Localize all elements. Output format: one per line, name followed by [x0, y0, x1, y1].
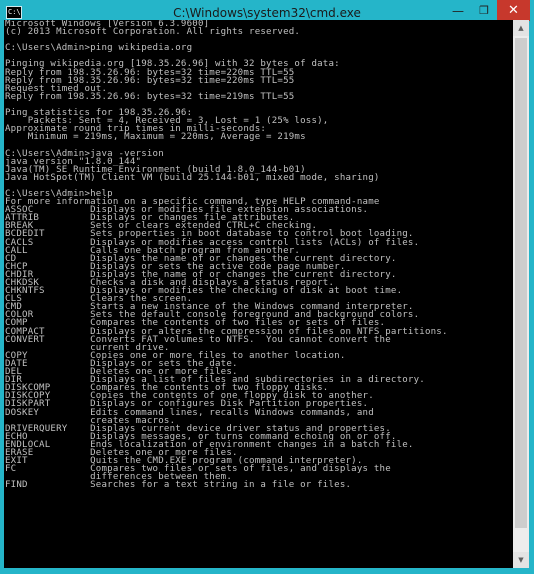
vertical-scrollbar[interactable]: ▲ ▼: [513, 20, 529, 568]
console-line: (c) 2013 Microsoft Corporation. All righ…: [5, 27, 301, 38]
minimize-button[interactable]: —: [445, 0, 471, 21]
console-line: Java HotSpot(TM) Client VM (build 25.144…: [5, 172, 380, 183]
console-line: Minimum = 219ms, Maximum = 220ms, Averag…: [5, 132, 306, 143]
console-line: C:\Users\Admin>ping wikipedia.org: [5, 43, 193, 54]
scrollbar-thumb[interactable]: [515, 38, 527, 528]
cmd-window: C:\ C:\Windows\system32\cmd.exe — ❐ ✕ Mi…: [0, 0, 534, 574]
scroll-down-arrow-icon[interactable]: ▼: [513, 552, 529, 568]
console-line: FIND Searches for a text string in a fil…: [5, 480, 352, 491]
scroll-up-arrow-icon[interactable]: ▲: [513, 20, 529, 36]
console-output[interactable]: Microsoft Windows [Version 6.3.9600] (c) …: [4, 20, 513, 568]
close-button[interactable]: ✕: [497, 0, 530, 21]
console-text: Microsoft Windows [Version 6.3.9600] (c) …: [4, 20, 513, 491]
maximize-button[interactable]: ❐: [471, 0, 497, 21]
console-line: Reply from 198.35.26.96: bytes=32 time=2…: [5, 91, 295, 102]
